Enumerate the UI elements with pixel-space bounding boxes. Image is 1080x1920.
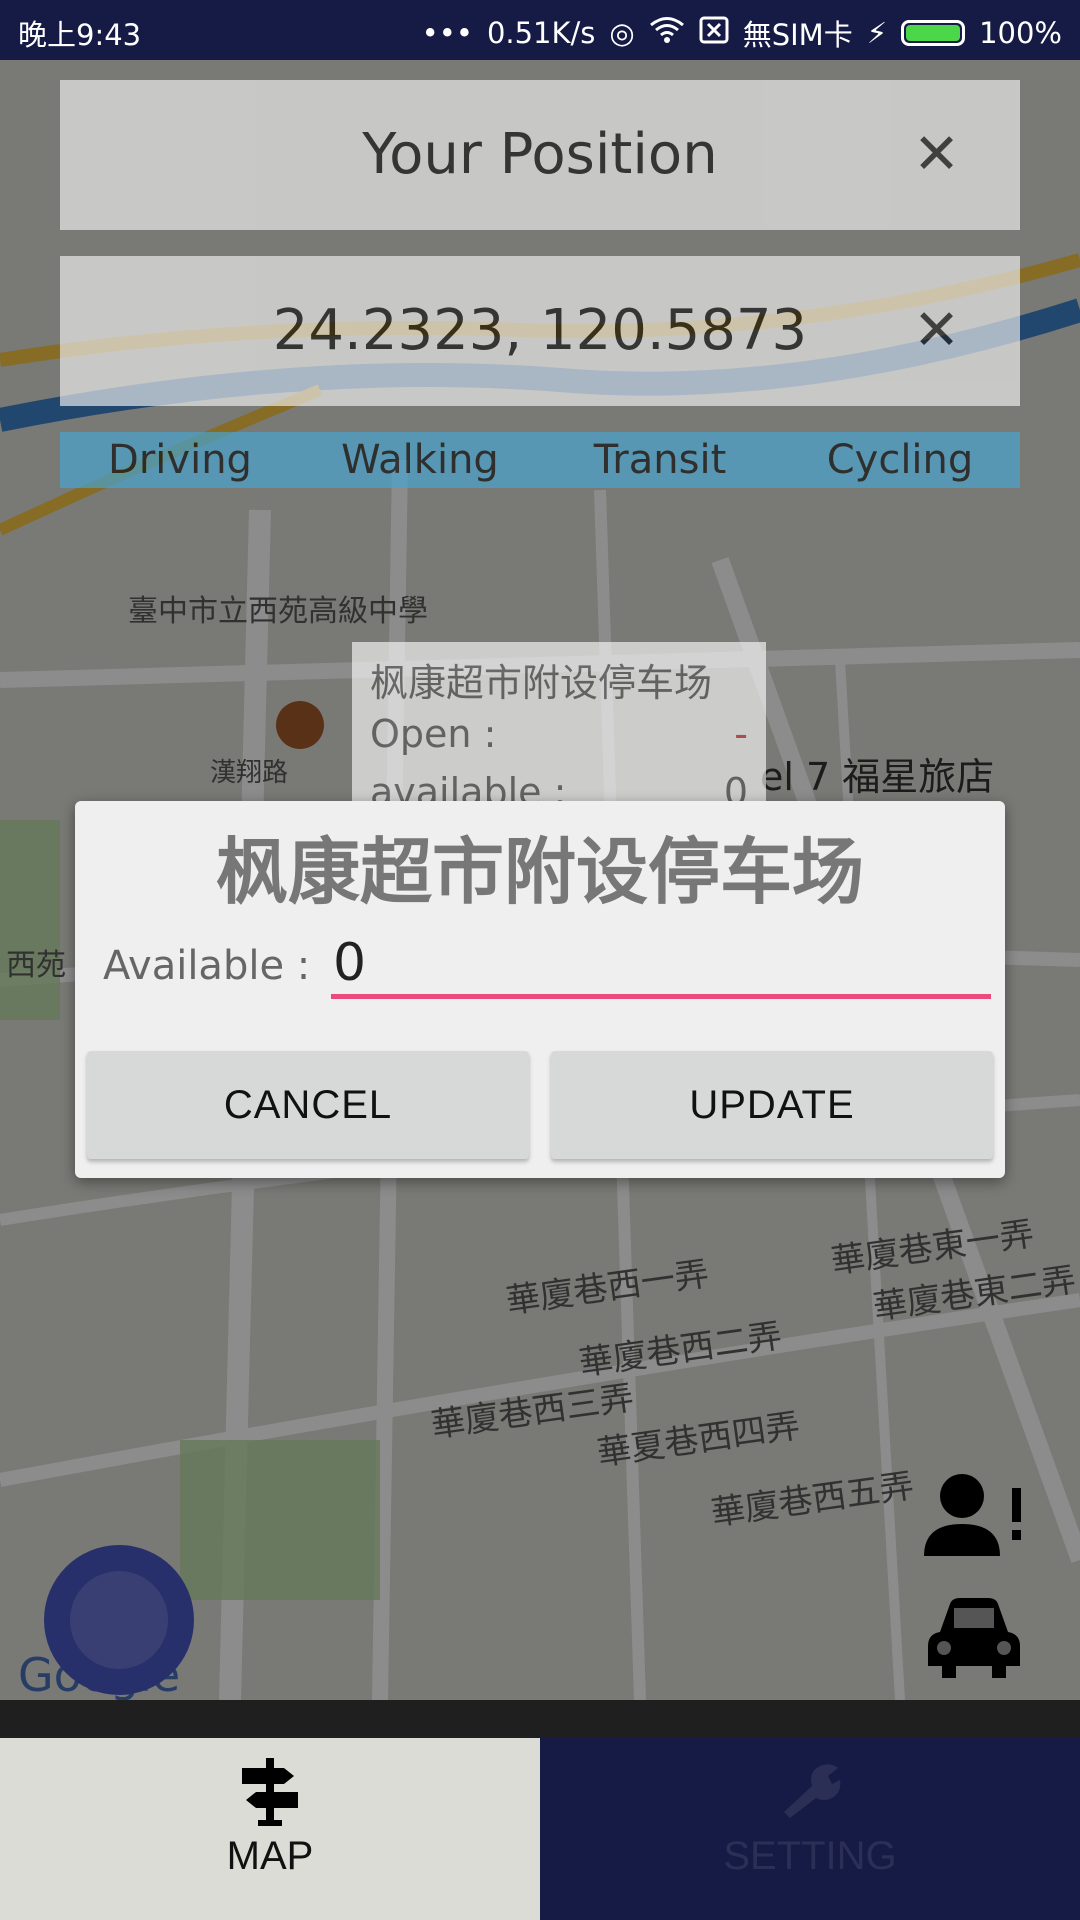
network-speed: 0.51K/s (486, 16, 596, 50)
fab-inner (70, 1571, 168, 1669)
close-icon[interactable]: ✕ (913, 298, 960, 363)
status-bar: 晚上9:43 ••• 0.51K/s ◎ 無SIM卡 ⚡ 100% (0, 0, 1080, 60)
available-label: Available : (103, 943, 311, 989)
report-user-icon[interactable] (920, 1470, 1030, 1564)
update-dialog: 枫康超市附设停车场 Available : CANCEL UPDATE (75, 801, 1005, 1178)
location-fab[interactable] (44, 1545, 194, 1695)
wrench-icon (784, 1764, 841, 1818)
mode-cycling[interactable]: Cycling (780, 432, 1020, 488)
mode-walking[interactable]: Walking (300, 432, 540, 488)
cancel-button[interactable]: CANCEL (87, 1051, 529, 1159)
destination-text: 24.2323, 120.5873 (272, 298, 808, 363)
dots-icon: ••• (421, 16, 473, 50)
tab-map-label: MAP (226, 1834, 314, 1878)
bottom-strip (0, 1700, 1080, 1738)
dialog-title: 枫康超市附设停车场 (215, 830, 864, 914)
tab-setting[interactable]: SETTING (540, 1738, 1080, 1920)
info-title: 枫康超市附设停车场 (370, 661, 713, 705)
origin-text: Your Position (362, 122, 718, 187)
close-icon[interactable]: ✕ (913, 122, 960, 187)
tab-setting-label: SETTING (723, 1834, 897, 1878)
status-right: ••• 0.51K/s ◎ 無SIM卡 ⚡ 100% (422, 12, 1062, 54)
bottom-navigation: MAP SETTING (0, 1738, 1080, 1920)
update-button[interactable]: UPDATE (551, 1051, 993, 1159)
car-icon[interactable] (926, 1596, 1022, 1684)
hotspot-icon: ◎ (609, 16, 635, 50)
charging-icon: ⚡ (866, 16, 888, 50)
sim-status: 無SIM卡 (742, 18, 853, 52)
battery-icon (901, 20, 966, 46)
battery-percent: 100% (979, 16, 1062, 50)
travel-mode-bar: Driving Walking Transit Cycling (60, 432, 1020, 488)
marker-info-window[interactable]: 枫康超市附设停车场 Open : - available : 0 (352, 642, 766, 802)
signpost-icon (242, 1758, 298, 1826)
destination-panel[interactable]: 24.2323, 120.5873 ✕ (60, 256, 1020, 406)
sim-missing-icon (699, 16, 729, 51)
tab-map[interactable]: MAP (0, 1738, 540, 1920)
status-time: 晚上9:43 (18, 18, 142, 52)
available-input[interactable] (331, 931, 991, 999)
info-open-value: - (734, 712, 748, 756)
mode-transit[interactable]: Transit (540, 432, 780, 488)
origin-panel[interactable]: Your Position ✕ (60, 80, 1020, 230)
mode-driving[interactable]: Driving (60, 432, 300, 488)
wifi-icon (649, 16, 685, 51)
info-available-value: 0 (723, 770, 748, 802)
